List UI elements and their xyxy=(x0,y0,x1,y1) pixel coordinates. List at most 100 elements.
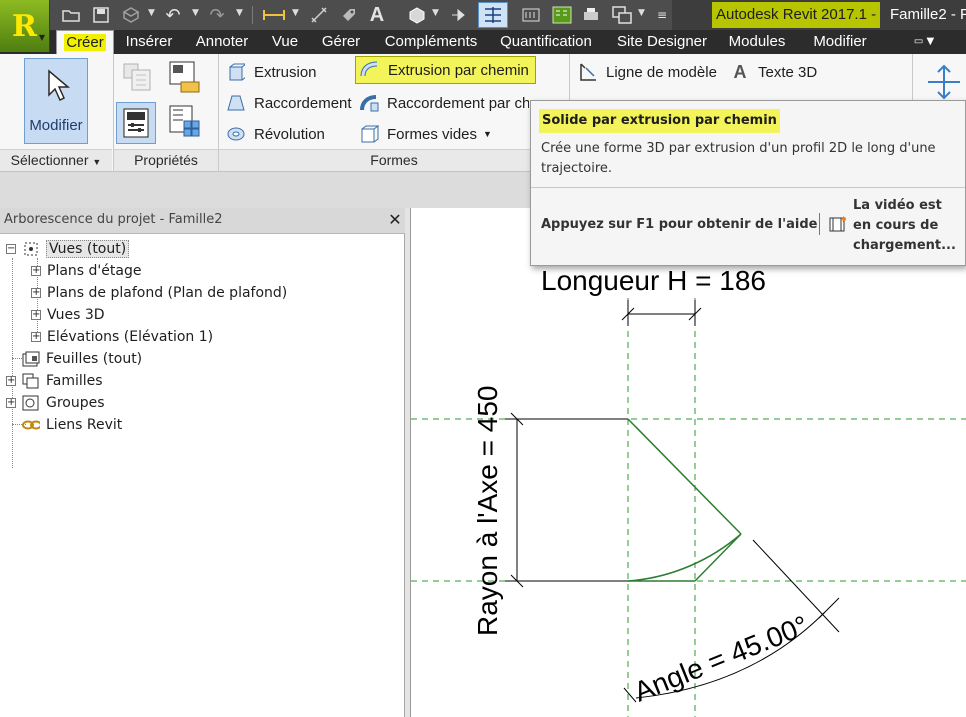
text-3d-button[interactable]: A Texte 3D xyxy=(730,60,818,84)
switch-windows-icon[interactable] xyxy=(550,4,574,26)
chevron-down-icon[interactable]: ▼ xyxy=(236,8,243,18)
model-line-icon xyxy=(578,62,598,82)
groups-icon xyxy=(22,394,40,412)
family-types-button[interactable] xyxy=(120,58,156,96)
blend-icon xyxy=(226,93,246,113)
chevron-down-icon[interactable]: ▼ xyxy=(192,8,199,18)
properties-button[interactable] xyxy=(116,102,156,144)
tree-item-floor-plans[interactable]: + Plans d'étage xyxy=(31,261,141,281)
tree-item-families[interactable]: + Familles xyxy=(6,371,103,391)
close-hidden-icon[interactable] xyxy=(520,4,542,26)
tooltip-help-text: Appuyez sur F1 pour obtenir de l'aide xyxy=(541,217,818,232)
save-icon[interactable] xyxy=(90,4,112,26)
revolve-button[interactable]: Révolution xyxy=(226,122,325,146)
expand-icon[interactable]: + xyxy=(31,288,41,298)
redo-icon[interactable]: ↷ xyxy=(206,4,228,26)
tab-complements[interactable]: Compléments xyxy=(378,30,484,54)
chevron-down-icon[interactable]: ▼ xyxy=(148,8,155,18)
select-panel-label[interactable]: Sélectionner ▼ xyxy=(0,150,112,170)
model-line-button[interactable]: Ligne de modèle xyxy=(578,60,717,84)
tab-quantification[interactable]: Quantification xyxy=(494,30,598,54)
tab-vue[interactable]: Vue xyxy=(266,30,304,54)
tab-modules[interactable]: Modules xyxy=(722,30,792,54)
radius-dimension-label[interactable]: Rayon à l'Axe = 450 xyxy=(472,385,503,636)
chevron-down-icon[interactable]: ▼ xyxy=(432,8,439,18)
tab-annoter[interactable]: Annoter xyxy=(188,30,256,54)
blend-button[interactable]: Raccordement xyxy=(226,91,352,115)
project-browser-title: Arborescence du projet - Famille2 xyxy=(4,212,223,227)
sync-icon[interactable] xyxy=(120,4,142,26)
close-icon[interactable]: ✕ xyxy=(386,209,404,231)
extrusion-icon xyxy=(226,62,246,82)
sketch-svg: Longueur H = 186 Rayon à l'Axe = 450 Ang… xyxy=(411,265,966,717)
dimension-icon[interactable] xyxy=(308,4,330,26)
modify-button[interactable]: Modifier xyxy=(24,58,88,144)
tile-windows-icon[interactable] xyxy=(610,4,634,26)
revit-window: ▼ ↶ ▼ ↷ ▼ ▼ A ▼ ▼ ≡ Autodesk Revit 2017.… xyxy=(0,0,966,717)
collapse-icon[interactable]: − xyxy=(6,244,16,254)
tree-item-ceiling-plans[interactable]: + Plans de plafond (Plan de plafond) xyxy=(31,283,287,303)
tab-site-designer[interactable]: Site Designer xyxy=(610,30,714,54)
void-forms-button[interactable]: Formes vides ▼ xyxy=(359,122,492,146)
application-menu-button[interactable]: R ▼ xyxy=(0,0,50,52)
tag-icon[interactable] xyxy=(338,4,360,26)
customize-qat-icon[interactable]: ≡ xyxy=(654,4,670,26)
sweep-icon xyxy=(360,60,380,80)
tab-creer[interactable]: Créer xyxy=(56,30,114,54)
length-dimension-label[interactable]: Longueur H = 186 xyxy=(541,265,766,296)
sweep-tooltip: Solide par extrusion par chemin Crée une… xyxy=(530,100,966,266)
document-title: Famille2 - P xyxy=(890,6,966,23)
chevron-down-icon: ▼ xyxy=(92,157,102,167)
expand-icon[interactable]: + xyxy=(31,332,41,342)
expand-icon[interactable]: + xyxy=(6,376,16,386)
chevron-down-icon[interactable]: ▼ xyxy=(638,8,645,18)
radius-dimension[interactable] xyxy=(505,412,628,588)
length-dimension[interactable] xyxy=(621,300,702,326)
angle-dimension-label[interactable]: Angle = 45.00° xyxy=(630,610,813,708)
section-icon[interactable] xyxy=(448,4,470,26)
undo-icon[interactable]: ↶ xyxy=(162,4,184,26)
tree-item-3d-views[interactable]: + Vues 3D xyxy=(31,305,105,325)
type-properties-button[interactable] xyxy=(166,102,202,140)
forms-panel-label: Formes xyxy=(370,152,418,168)
print-icon[interactable] xyxy=(580,4,602,26)
family-category-button[interactable] xyxy=(166,58,202,96)
reference-plane-icon[interactable] xyxy=(926,64,962,100)
cursor-arrow-icon xyxy=(48,69,71,102)
expand-icon[interactable]: + xyxy=(6,398,16,408)
open-icon[interactable] xyxy=(60,4,82,26)
project-browser: Arborescence du projet - Famille2 ✕ − Vu… xyxy=(0,208,405,717)
tooltip-title: Solide par extrusion par chemin xyxy=(539,109,780,133)
tab-gerer[interactable]: Gérer xyxy=(316,30,366,54)
tab-inserer[interactable]: Insérer xyxy=(120,30,178,54)
tree-item-elevations[interactable]: + Elévations (Elévation 1) xyxy=(31,327,213,347)
expand-icon[interactable]: + xyxy=(31,266,41,276)
link-icon xyxy=(22,416,40,434)
drawing-canvas[interactable]: Longueur H = 186 Rayon à l'Axe = 450 Ang… xyxy=(410,208,966,717)
extrusion-button[interactable]: Extrusion xyxy=(226,60,317,84)
sweep-profile[interactable] xyxy=(627,418,742,582)
ribbon-options-icon[interactable]: ▭ ▼ xyxy=(904,33,944,51)
properties-icon xyxy=(123,108,149,138)
tooltip-description: Crée une forme 3D par extrusion d'un pro… xyxy=(541,141,936,176)
sweep-button[interactable]: Extrusion par chemin xyxy=(355,56,536,84)
views-icon xyxy=(22,240,40,258)
type-properties-icon xyxy=(169,105,200,137)
family-types-icon xyxy=(123,63,151,91)
tree-item-views[interactable]: − Vues (tout) xyxy=(6,239,130,259)
text-3d-icon: A xyxy=(733,61,747,82)
text-icon[interactable]: A xyxy=(366,4,388,26)
swept-blend-button[interactable]: Raccordement par che xyxy=(359,91,529,115)
tree-item-groups[interactable]: + Groupes xyxy=(6,393,105,413)
expand-icon[interactable]: + xyxy=(31,310,41,320)
video-icon xyxy=(829,215,847,233)
3d-view-icon[interactable] xyxy=(406,4,428,26)
tree-item-sheets[interactable]: Feuilles (tout) xyxy=(22,349,142,369)
chevron-down-icon[interactable]: ▼ xyxy=(292,8,299,18)
tab-modifier[interactable]: Modifier xyxy=(804,30,876,54)
chevron-down-icon: ▼ xyxy=(38,33,45,42)
families-icon xyxy=(22,372,40,390)
thin-lines-icon[interactable] xyxy=(478,2,508,28)
measure-icon[interactable] xyxy=(262,4,286,26)
tree-item-revit-links[interactable]: Liens Revit xyxy=(22,415,122,435)
